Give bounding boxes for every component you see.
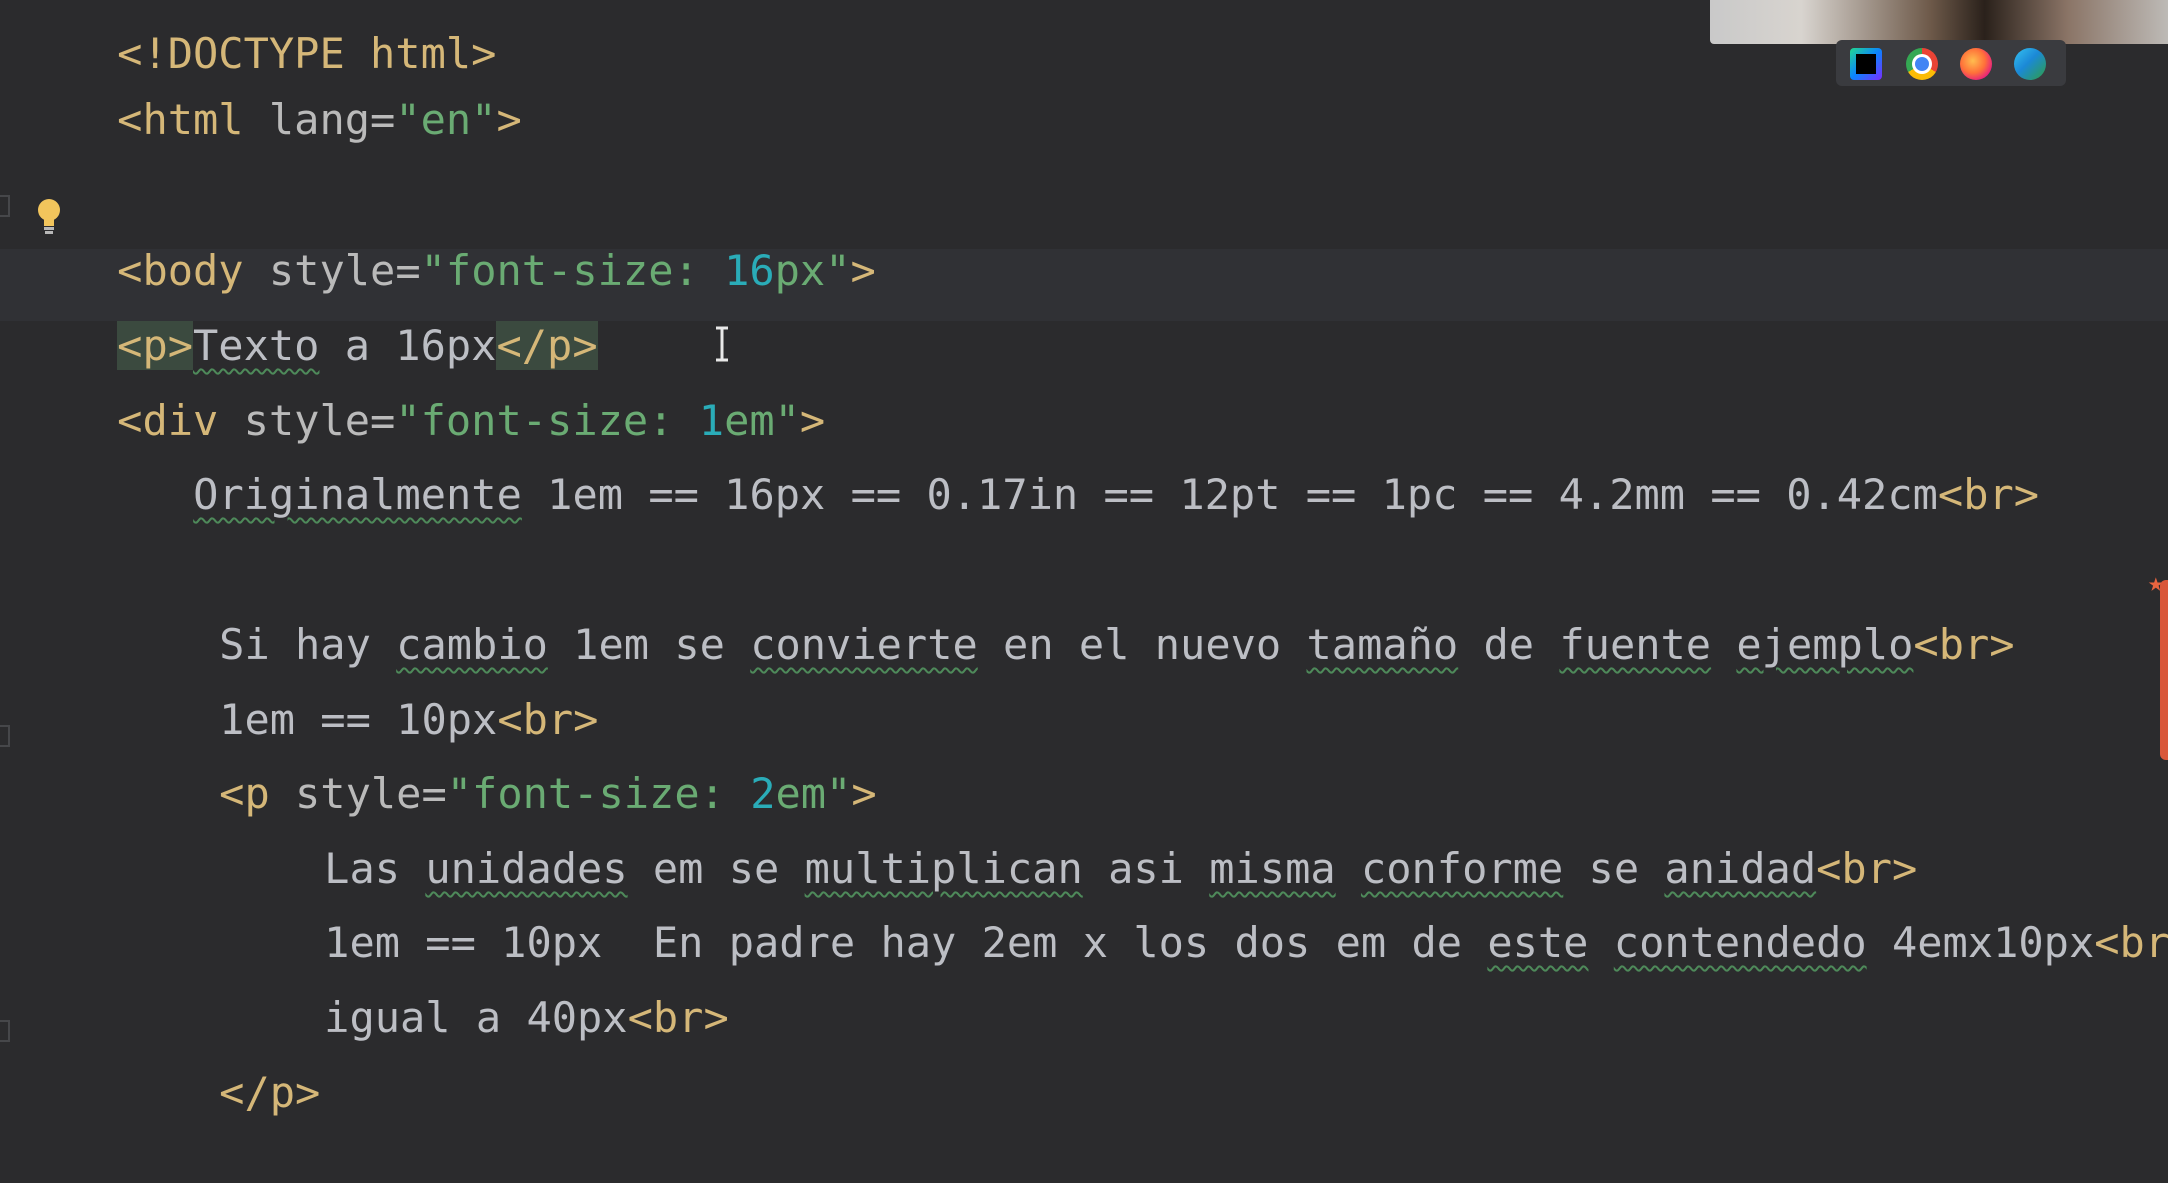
code-token: <br> <box>1937 470 2040 519</box>
code-token: > <box>496 95 522 144</box>
code-line[interactable]: <p style="font-size: 2em"> <box>118 704 876 818</box>
code-token: 16 <box>724 246 775 295</box>
text-cursor-icon <box>716 326 728 362</box>
code-token: <br> <box>627 993 729 1042</box>
code-line[interactable]: 1em == 10px En padre hay 2em x los dos e… <box>223 853 2168 967</box>
firefox-icon[interactable] <box>1960 48 1992 80</box>
webstorm-icon[interactable] <box>1850 48 1882 80</box>
code-line[interactable]: <body style="font-size: 16px"> <box>16 181 876 295</box>
code-token: Originalmente <box>193 470 522 519</box>
code-line[interactable]: Las unidades em se multiplican asi misma… <box>223 779 1917 893</box>
code-token: tamaño <box>1306 620 1459 669</box>
code-token: en el nuevo <box>977 620 1307 669</box>
code-token: <html <box>117 95 244 144</box>
fold-marker[interactable] <box>0 725 10 747</box>
fold-marker[interactable] <box>0 1020 10 1042</box>
code-line[interactable]: Originalmente 1em == 16px == 0.17in == 1… <box>92 405 2039 519</box>
code-line[interactable]: Si hay cambio 1em se convierte en el nue… <box>118 555 2014 669</box>
chrome-icon[interactable] <box>1906 48 1938 80</box>
edge-icon[interactable] <box>2014 48 2046 80</box>
code-token: este <box>1487 918 1589 967</box>
code-token: <br> <box>1913 620 2015 669</box>
code-token: 1em == 16px == 0.17in == 12pt == 1pc == … <box>521 470 1938 519</box>
code-line[interactable]: <p>Texto a 16px</p> <box>16 256 598 370</box>
code-line[interactable]: <html lang="en"> <box>16 30 522 144</box>
code-token: fuente <box>1559 620 1712 669</box>
code-line[interactable]: </p> <box>118 1003 320 1117</box>
code-token: igual a 40px <box>324 993 628 1042</box>
code-token: de <box>1458 620 1560 669</box>
browser-preview-bar <box>1836 40 2066 86</box>
webcam-overlay <box>1710 0 2168 44</box>
fold-marker[interactable] <box>0 195 10 217</box>
code-token: px" <box>774 246 851 295</box>
code-token: <br> <box>2094 918 2168 967</box>
code-line[interactable]: <!DOCTYPE html> <box>16 0 496 78</box>
code-line[interactable]: 1em == 10px<br> <box>118 630 598 744</box>
lightbulb-icon[interactable] <box>36 196 62 240</box>
code-token: ejemplo <box>1736 620 1914 669</box>
code-token: </p> <box>219 1068 321 1117</box>
code-token: 4emx10px <box>1866 918 2095 967</box>
code-token: contendedo <box>1613 918 1867 967</box>
code-editor[interactable]: <!DOCTYPE html> <html lang="en"> <body s… <box>0 0 2168 1117</box>
code-token: lang= <box>243 95 396 144</box>
code-line[interactable]: igual a 40px<br> <box>223 928 729 1042</box>
code-line[interactable]: <div style="font-size: 1em"> <box>16 331 825 445</box>
side-notification-badge[interactable] <box>2160 580 2168 760</box>
code-token: > <box>850 246 876 295</box>
code-token: convierte <box>750 620 978 669</box>
code-token: "en" <box>395 95 497 144</box>
